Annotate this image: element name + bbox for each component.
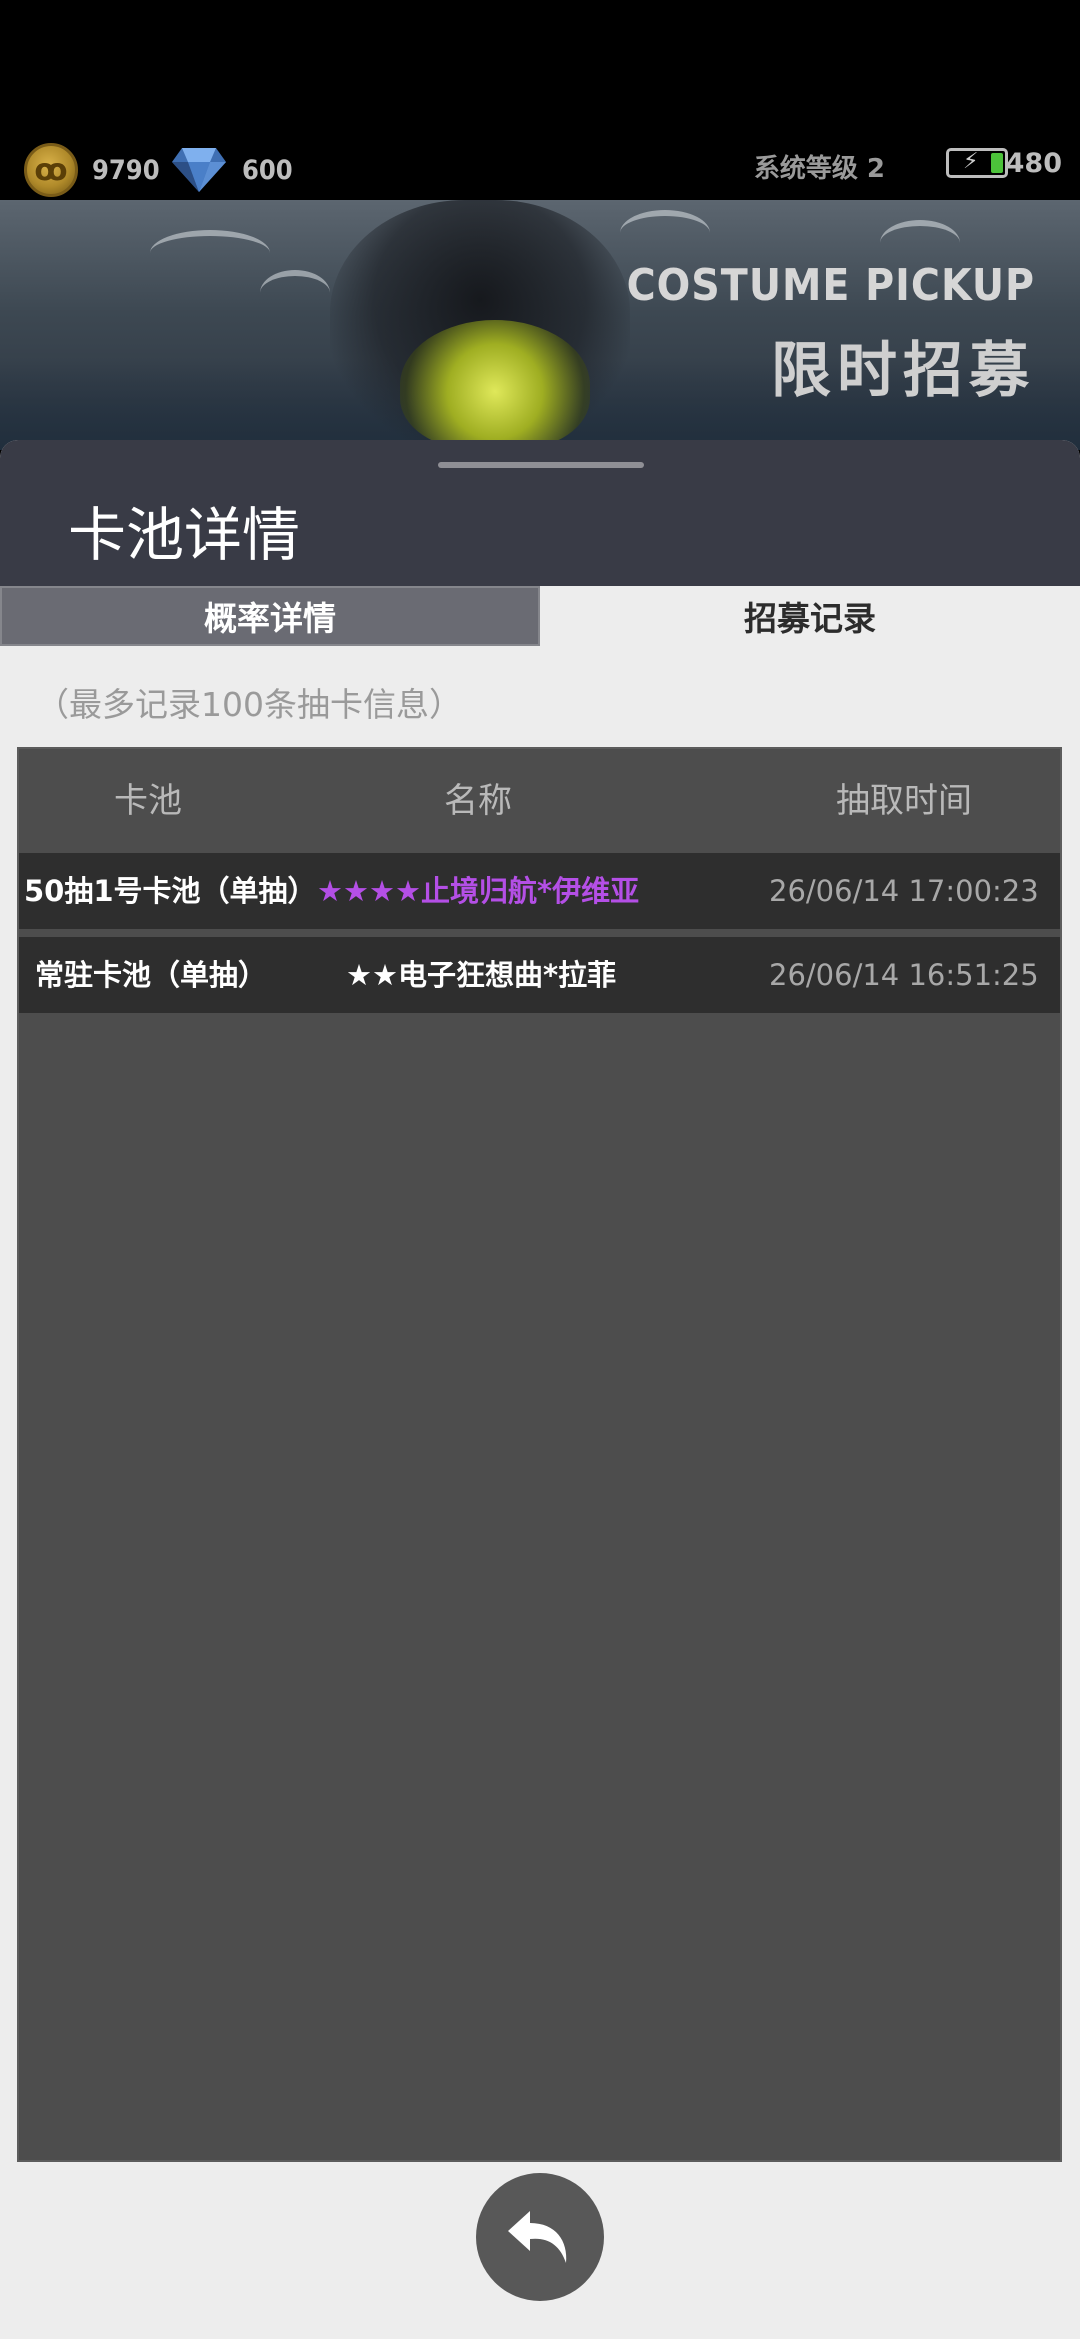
row-name: ★★★★止境归航*伊维亚 xyxy=(317,874,640,908)
banner-title-en: COSTUME PICKUP xyxy=(626,260,1035,311)
row-pool: 常驻卡池（单抽） xyxy=(35,958,268,992)
tab-recruit-records[interactable]: 招募记录 xyxy=(540,586,1080,646)
pool-details-panel: 卡池详情 概率详情 招募记录 （最多记录100条抽卡信息） 卡池 名称 抽取时间… xyxy=(0,440,1080,2339)
battery-icon: ⚡ xyxy=(946,148,1008,178)
records-table[interactable]: 卡池 名称 抽取时间 50抽1号卡池（单抽） ★★★★止境归航*伊维亚 26/0… xyxy=(17,747,1062,2162)
record-limit-note: （最多记录100条抽卡信息） xyxy=(36,685,462,724)
panel-title: 卡池详情 xyxy=(68,501,301,569)
coin-value: 9790 xyxy=(92,154,160,186)
back-arrow-icon xyxy=(508,2211,567,2263)
table-row: 50抽1号卡池（单抽） ★★★★止境归航*伊维亚 26/06/14 17:00:… xyxy=(19,853,1060,929)
header-name: 名称 xyxy=(444,781,512,821)
status-bar: ꝏ 9790 600 系统等级 2 ⚡ 480 xyxy=(0,0,1080,200)
diamond-icon xyxy=(172,148,226,192)
tab-bar: 概率详情 招募记录 xyxy=(0,586,1080,646)
banner-title-cn: 限时招募 xyxy=(771,336,1035,406)
row-pool: 50抽1号卡池（单抽） xyxy=(24,874,317,908)
coin-icon: ꝏ xyxy=(24,143,78,197)
gem-counter: 600 xyxy=(170,140,293,200)
crown-art xyxy=(400,320,590,450)
header-pool: 卡池 xyxy=(114,781,182,821)
event-banner[interactable]: COSTUME PICKUP 限时招募 xyxy=(0,200,1080,450)
tab-probability-details[interactable]: 概率详情 xyxy=(0,586,540,646)
coin-counter: ꝏ 9790 xyxy=(24,140,160,200)
row-time: 26/06/14 16:51:25 xyxy=(769,958,1039,992)
row-time: 26/06/14 17:00:23 xyxy=(769,874,1039,908)
row-name: ★★电子狂想曲*拉菲 xyxy=(346,958,617,992)
header-time: 抽取时间 xyxy=(836,781,972,821)
gem-value: 600 xyxy=(242,154,293,186)
drag-handle[interactable] xyxy=(438,462,644,468)
table-row: 常驻卡池（单抽） ★★电子狂想曲*拉菲 26/06/14 16:51:25 xyxy=(19,937,1060,1013)
panel-header: 卡池详情 xyxy=(0,440,1080,586)
system-level: 系统等级 2 xyxy=(753,154,885,184)
table-header: 卡池 名称 抽取时间 xyxy=(19,749,1060,853)
back-button[interactable] xyxy=(476,2173,604,2301)
energy-value: 480 xyxy=(1005,148,1062,179)
